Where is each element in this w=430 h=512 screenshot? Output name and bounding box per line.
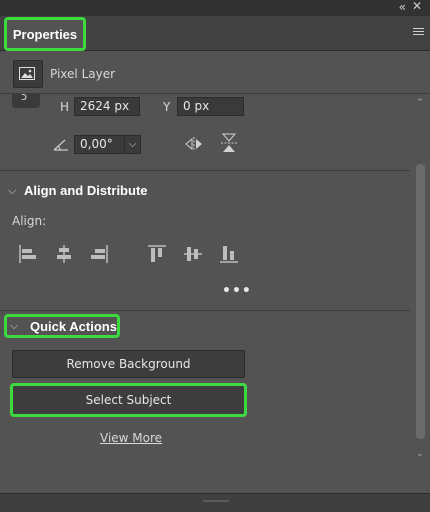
quick-actions-header[interactable]: ⌵ Quick Actions [4, 314, 120, 338]
scroll-down-icon[interactable]: ⌄ [416, 449, 424, 459]
align-bottom-edges-icon[interactable] [220, 245, 238, 263]
image-icon [13, 60, 43, 88]
align-label: Align: [12, 214, 47, 228]
flip-vertical-icon[interactable] [220, 132, 238, 154]
panel-tab-bar: Properties [0, 16, 430, 51]
flip-horizontal-icon[interactable] [184, 136, 204, 152]
chevron-down-icon: ⌵ [10, 319, 19, 332]
height-field[interactable]: 2624 px [74, 97, 140, 116]
panel-top-strip: « ✕ [0, 0, 430, 16]
height-label: H [60, 100, 70, 114]
y-label: Y [163, 100, 171, 114]
divider [0, 310, 410, 311]
align-vertical-centers-icon[interactable] [184, 245, 202, 263]
layer-type-label: Pixel Layer [50, 67, 116, 81]
view-more-link[interactable]: View More [100, 431, 162, 445]
chevron-down-icon: ⌵ [8, 183, 17, 197]
align-horizontal-centers-icon[interactable] [55, 245, 73, 263]
tab-properties[interactable]: Properties [4, 17, 86, 51]
select-subject-button[interactable]: Select Subject [10, 383, 247, 417]
remove-background-button[interactable]: Remove Background [12, 350, 245, 378]
scrollbar-thumb[interactable] [416, 164, 425, 439]
quick-actions-title: Quick Actions [30, 318, 117, 334]
layer-info: Pixel Layer [0, 51, 430, 93]
align-left-edges-icon[interactable] [19, 245, 37, 263]
rotation-field[interactable]: 0,00° [74, 135, 125, 154]
scroll-up-icon[interactable]: ⌃ [416, 98, 424, 108]
link-dimensions-button[interactable]: ↄ [12, 90, 40, 108]
angle-icon [53, 139, 68, 151]
align-section-header[interactable]: ⌵ Align and Distribute [8, 183, 148, 198]
panel-resize-handle[interactable] [0, 493, 430, 512]
align-section-title: Align and Distribute [24, 183, 148, 198]
panel-menu-icon[interactable] [413, 28, 424, 37]
divider [0, 170, 410, 171]
properties-content: ↄ H 2624 px Y 0 px 0,00° ⌵ ⌵ Align and D… [0, 90, 430, 494]
align-top-edges-icon[interactable] [148, 245, 166, 263]
y-field[interactable]: 0 px [177, 97, 244, 116]
vertical-scrollbar[interactable]: ⌃ ⌄ [412, 94, 430, 466]
collapse-panels-icon[interactable]: « [399, 0, 406, 14]
more-options-icon[interactable]: ••• [222, 283, 252, 299]
close-icon[interactable]: ✕ [412, 0, 422, 13]
align-right-edges-icon[interactable] [90, 245, 108, 263]
chevron-down-icon[interactable]: ⌵ [124, 135, 141, 154]
